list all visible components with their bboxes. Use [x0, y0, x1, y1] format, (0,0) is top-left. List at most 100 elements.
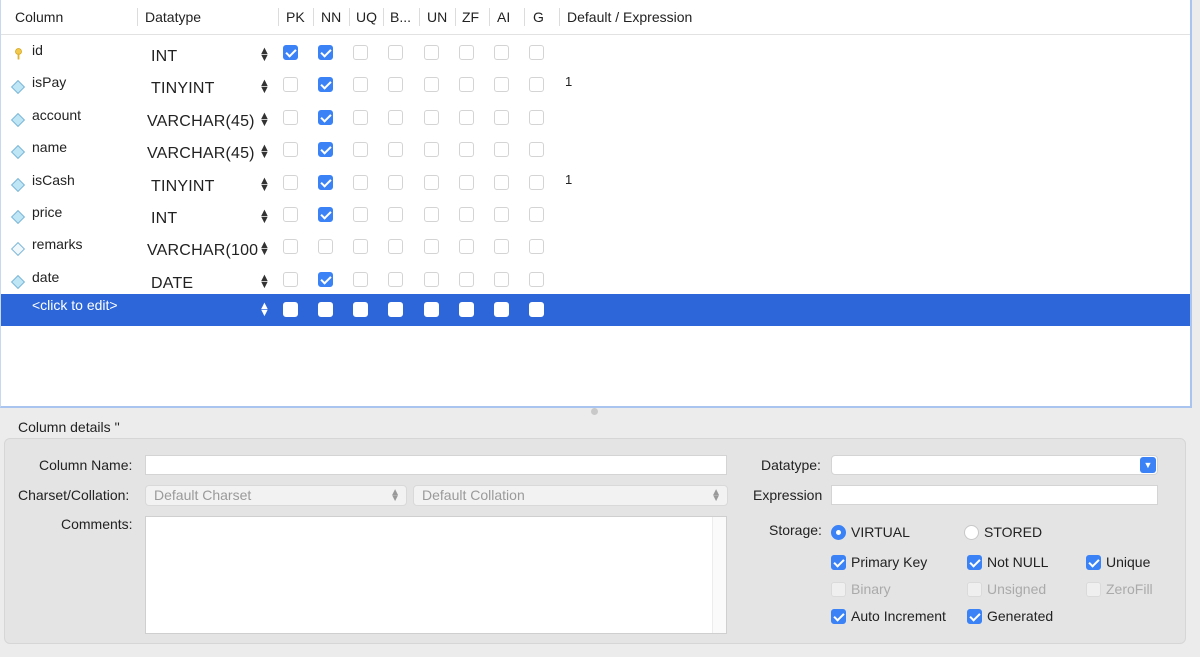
un-checkbox[interactable]: [424, 174, 439, 190]
column-name-cell[interactable]: date: [32, 269, 59, 285]
g-checkbox[interactable]: [529, 271, 544, 287]
pk-checkbox[interactable]: [283, 77, 298, 93]
pk-checkbox[interactable]: [283, 45, 298, 60]
datatype-cell[interactable]: TINYINT: [151, 178, 263, 196]
column-name-cell[interactable]: id: [32, 42, 43, 58]
g-checkbox[interactable]: [529, 302, 544, 317]
header-column[interactable]: Column: [15, 9, 63, 25]
column-name-cell[interactable]: isPay: [32, 74, 66, 90]
new-column-row[interactable]: <click to edit> ▲ ▼: [1, 294, 1190, 326]
zf-checkbox[interactable]: [459, 142, 474, 158]
binary-checkbox[interactable]: [388, 207, 403, 222]
table-row[interactable]: name VARCHAR(45) ▲ ▼: [1, 132, 1190, 164]
nn-checkbox[interactable]: [318, 109, 333, 125]
datatype-stepper-icon[interactable]: ▲ ▼: [259, 46, 270, 64]
datatype-cell[interactable]: VARCHAR(45): [147, 145, 259, 163]
datatype-stepper-icon[interactable]: ▲ ▼: [259, 143, 270, 161]
default-expression-cell[interactable]: 1: [565, 172, 572, 187]
zf-checkbox[interactable]: [459, 45, 474, 60]
table-row[interactable]: price INT ▲ ▼: [1, 197, 1190, 229]
primary-key-checkbox[interactable]: [831, 555, 846, 570]
un-checkbox[interactable]: [424, 239, 439, 255]
nn-checkbox[interactable]: [318, 174, 333, 190]
datatype-select[interactable]: ▼: [831, 455, 1158, 475]
header-nn[interactable]: NN: [321, 9, 341, 25]
header-ai[interactable]: AI: [497, 9, 510, 25]
datatype-stepper-icon[interactable]: ▲ ▼: [259, 78, 270, 96]
pk-checkbox[interactable]: [283, 302, 298, 317]
datatype-cell[interactable]: INT: [151, 48, 263, 66]
splitter-handle[interactable]: [591, 408, 598, 415]
datatype-cell[interactable]: DATE: [151, 275, 263, 293]
binary-checkbox[interactable]: [388, 109, 403, 125]
primary-key-label[interactable]: Primary Key: [851, 554, 927, 570]
nn-checkbox[interactable]: [318, 142, 333, 158]
binary-checkbox[interactable]: [388, 142, 403, 158]
default-expression-cell[interactable]: 1: [565, 74, 572, 89]
nn-checkbox[interactable]: [318, 271, 333, 287]
table-row[interactable]: account VARCHAR(45) ▲ ▼: [1, 100, 1190, 132]
auto-increment-checkbox[interactable]: [831, 609, 846, 624]
zf-checkbox[interactable]: [459, 271, 474, 287]
generated-label[interactable]: Generated: [987, 608, 1053, 624]
storage-stored-radio[interactable]: [964, 525, 979, 540]
storage-virtual-radio[interactable]: [831, 525, 846, 540]
uq-checkbox[interactable]: [353, 142, 368, 158]
not-null-label[interactable]: Not NULL: [987, 554, 1048, 570]
header-binary[interactable]: B...: [390, 9, 411, 25]
datatype-stepper-icon[interactable]: ▲ ▼: [259, 301, 270, 319]
column-name-cell[interactable]: isCash: [32, 172, 75, 188]
g-checkbox[interactable]: [529, 207, 544, 222]
zf-checkbox[interactable]: [459, 109, 474, 125]
un-checkbox[interactable]: [424, 109, 439, 125]
header-g[interactable]: G: [533, 9, 544, 25]
g-checkbox[interactable]: [529, 45, 544, 60]
datatype-cell[interactable]: TINYINT: [151, 80, 263, 98]
ai-checkbox[interactable]: [494, 271, 509, 287]
collation-select[interactable]: Default Collation ▲ ▼: [413, 485, 728, 506]
storage-virtual-label[interactable]: VIRTUAL: [851, 524, 910, 540]
nn-checkbox[interactable]: [318, 239, 333, 255]
datatype-stepper-icon[interactable]: ▲ ▼: [259, 240, 270, 258]
pk-checkbox[interactable]: [283, 239, 298, 255]
pk-checkbox[interactable]: [283, 271, 298, 287]
expression-field[interactable]: [831, 485, 1158, 505]
header-uq[interactable]: UQ: [356, 9, 377, 25]
g-checkbox[interactable]: [529, 77, 544, 93]
datatype-stepper-icon[interactable]: ▲ ▼: [259, 110, 270, 128]
column-name-cell[interactable]: account: [32, 107, 81, 123]
nn-checkbox[interactable]: [318, 77, 333, 93]
pk-checkbox[interactable]: [283, 174, 298, 190]
datatype-stepper-icon[interactable]: ▲ ▼: [259, 272, 270, 290]
ai-checkbox[interactable]: [494, 302, 509, 317]
pk-checkbox[interactable]: [283, 207, 298, 222]
table-row[interactable]: date DATE ▲ ▼: [1, 262, 1190, 294]
binary-checkbox[interactable]: [388, 239, 403, 255]
nn-checkbox[interactable]: [318, 45, 333, 60]
charset-select[interactable]: Default Charset ▲ ▼: [145, 485, 407, 506]
g-checkbox[interactable]: [529, 239, 544, 255]
comments-scrollbar[interactable]: [712, 517, 726, 633]
comments-textarea[interactable]: [145, 516, 727, 634]
uq-checkbox[interactable]: [353, 77, 368, 93]
uq-checkbox[interactable]: [353, 174, 368, 190]
nn-checkbox[interactable]: [318, 207, 333, 222]
column-name-field[interactable]: [145, 455, 727, 475]
header-datatype[interactable]: Datatype: [145, 9, 201, 25]
zf-checkbox[interactable]: [459, 239, 474, 255]
chevron-down-icon[interactable]: ▼: [1140, 457, 1156, 473]
ai-checkbox[interactable]: [494, 109, 509, 125]
un-checkbox[interactable]: [424, 302, 439, 317]
zf-checkbox[interactable]: [459, 207, 474, 222]
header-zf[interactable]: ZF: [462, 9, 479, 25]
ai-checkbox[interactable]: [494, 45, 509, 60]
zf-checkbox[interactable]: [459, 77, 474, 93]
ai-checkbox[interactable]: [494, 142, 509, 158]
column-name-cell[interactable]: remarks: [32, 236, 83, 252]
un-checkbox[interactable]: [424, 45, 439, 60]
datatype-cell[interactable]: INT: [151, 210, 263, 228]
pk-checkbox[interactable]: [283, 109, 298, 125]
ai-checkbox[interactable]: [494, 239, 509, 255]
nn-checkbox[interactable]: [318, 302, 333, 317]
datatype-cell[interactable]: VARCHAR(100: [147, 242, 259, 260]
